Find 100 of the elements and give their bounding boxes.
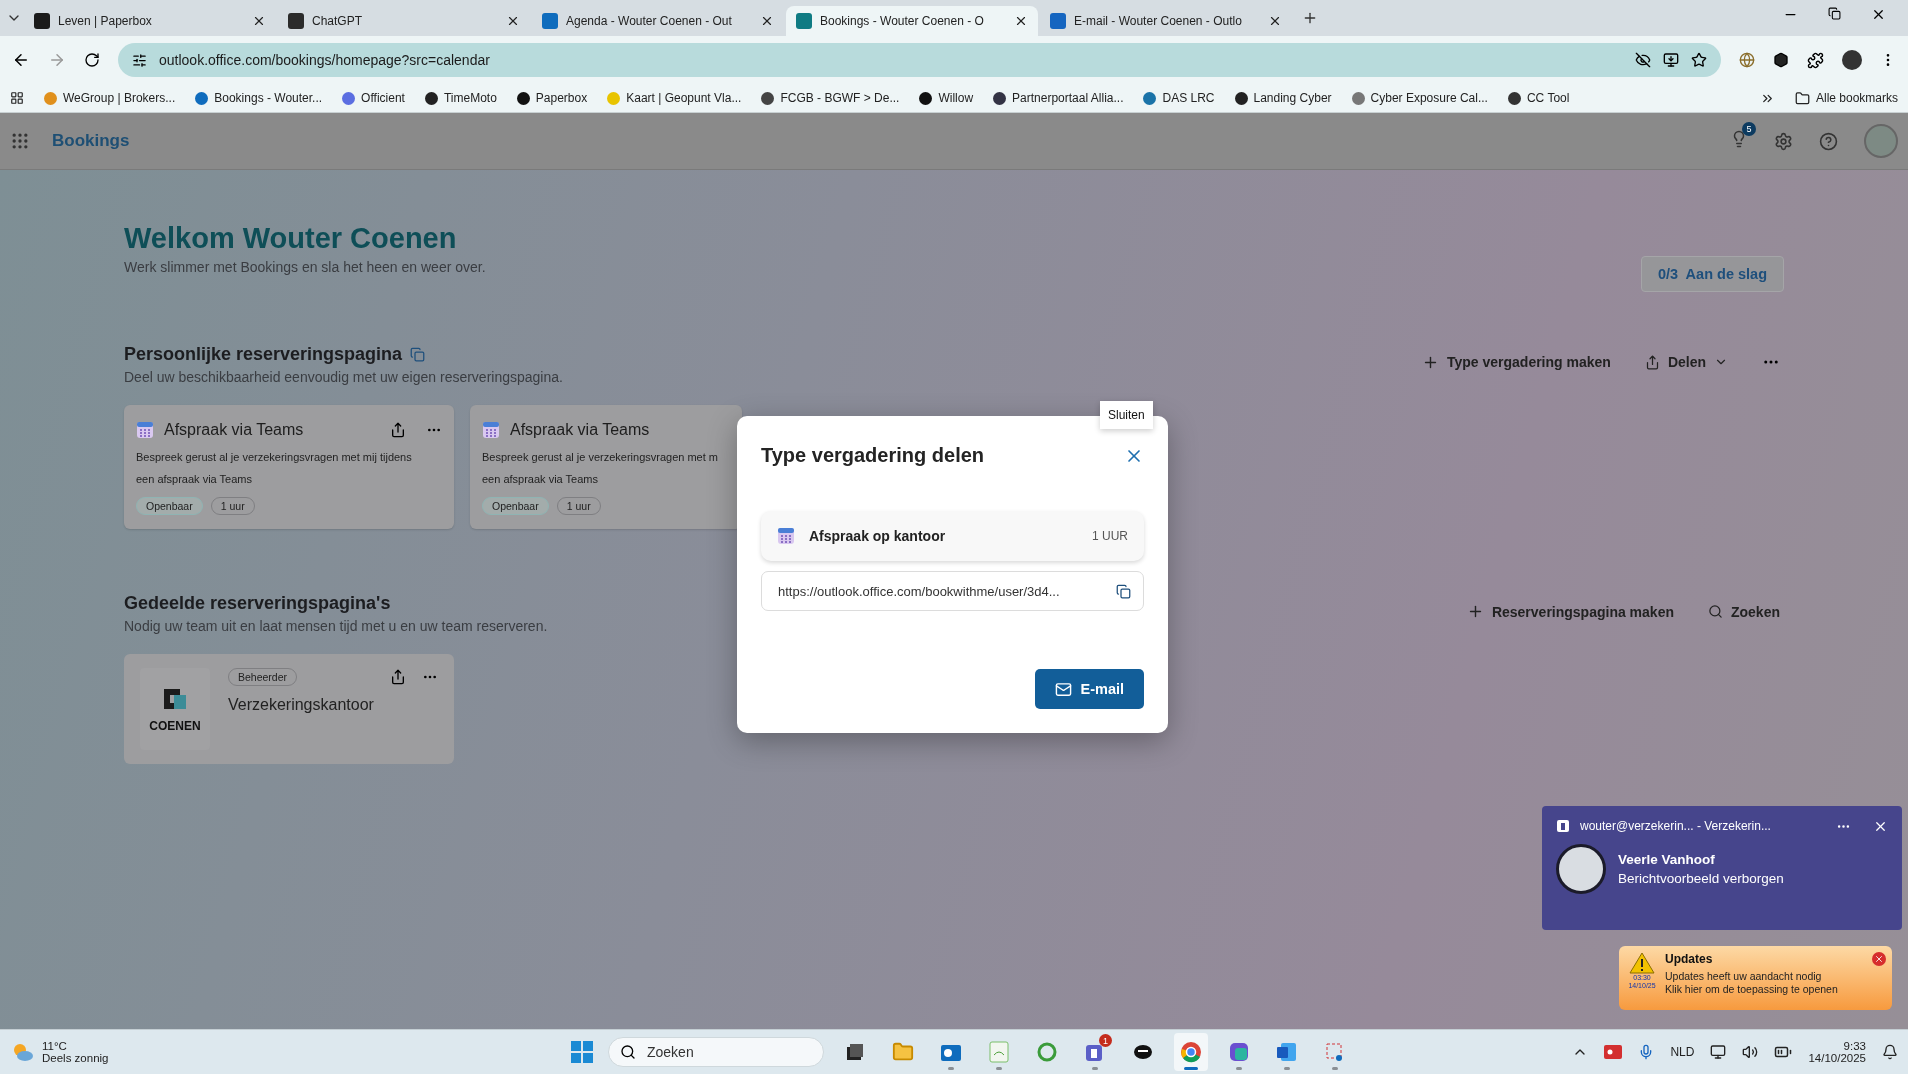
sender-name: Veerle Vanhoof	[1618, 852, 1716, 867]
email-button[interactable]: E-mail	[1035, 669, 1144, 709]
browser-tab[interactable]: ChatGPT	[278, 6, 530, 36]
browser-tab[interactable]: Bookings - Wouter Coenen - O	[786, 6, 1038, 36]
bookmark-link[interactable]: Landing Cyber	[1234, 91, 1332, 105]
search-button[interactable]: Zoeken	[1708, 603, 1780, 620]
share-icon[interactable]	[390, 669, 406, 685]
folder-icon	[892, 1041, 914, 1063]
folder-icon	[1794, 90, 1810, 106]
card-description: Bespreek gerust al je verzekeringsvragen met mij tijdens	[136, 450, 413, 465]
bookmark-link[interactable]: Kaart | Geopunt Vla...	[607, 91, 742, 105]
site-icon	[34, 13, 50, 29]
meeting-type-card[interactable]: Afspraak via Teams Bespreek gerust al je verzekeringsvragen met mij tijdens een afspraak via Teams Openbaar 1 uur	[124, 405, 454, 529]
notepad-icon	[989, 1041, 1009, 1063]
bookmark-link[interactable]: WeGroup | Brokers...	[44, 91, 176, 105]
address-bar[interactable]: outlook.office.com/bookings/homepage?src=calendar	[118, 43, 1721, 77]
company-logo: COENEN	[140, 668, 210, 750]
ring-icon	[1036, 1041, 1058, 1063]
close-icon[interactable]	[1268, 14, 1282, 28]
app-title: Bookings	[52, 131, 130, 151]
new-tab-button[interactable]	[1302, 10, 1318, 26]
help-icon[interactable]	[1819, 131, 1838, 151]
close-button[interactable]	[1872, 952, 1886, 966]
card-tag: Openbaar	[136, 497, 203, 515]
card-tag: Openbaar	[482, 497, 549, 515]
create-booking-page-button[interactable]: Reserveringspagina maken	[1466, 603, 1674, 620]
welcome-subtitle: Werk slimmer met Bookings en sla het heen en weer over.	[124, 259, 486, 275]
browser-tab[interactable]: Agenda - Wouter Coenen - Out	[532, 6, 784, 36]
language-indicator[interactable]: NLD	[1670, 1045, 1695, 1059]
restore-icon[interactable]	[1828, 6, 1841, 20]
bookmark-link[interactable]: Cyber Exposure Cal...	[1351, 91, 1488, 105]
card-title: Afspraak via Teams	[510, 421, 651, 439]
bookmark-link[interactable]: Bookings - Wouter...	[195, 91, 323, 105]
temperature: 11°C	[42, 1040, 68, 1052]
bookmark-link[interactable]: Willow	[919, 91, 974, 105]
section-title: Persoonlijke reserveringspagina	[124, 344, 403, 365]
card-title: Afspraak via Teams	[164, 421, 305, 439]
reload-icon[interactable]	[84, 52, 100, 68]
bookmark-link[interactable]: DAS LRC	[1143, 91, 1215, 105]
card-description: een afspraak via Teams	[136, 472, 253, 487]
settings-icon[interactable]	[1774, 131, 1793, 151]
copy-icon[interactable]	[1116, 583, 1131, 599]
bookmark-link[interactable]: Paperbox	[516, 91, 588, 105]
site-icon	[542, 13, 558, 29]
back-icon[interactable]	[12, 51, 30, 69]
close-icon[interactable]	[1014, 14, 1028, 28]
close-icon[interactable]	[252, 14, 266, 28]
section-subtitle: Deel uw beschikbaarheid eenvoudig met uw eigen reserveringspagina.	[124, 369, 563, 385]
site-icon	[1050, 13, 1066, 29]
message-preview: Berichtvoorbeeld verborgen	[1618, 871, 1784, 886]
site-settings-icon[interactable]	[132, 52, 147, 68]
browser-tab[interactable]: E-mail - Wouter Coenen - Outlo	[1040, 6, 1292, 36]
notification-header: wouter@verzekerin... - Verzekerin...	[1580, 819, 1772, 833]
extension-icon[interactable]	[1773, 52, 1789, 68]
notification-text: Updates heeft uw aandacht nodig	[1665, 970, 1822, 982]
share-dropdown[interactable]: Delen	[1644, 354, 1728, 370]
chat-notification[interactable]: wouter@verzekerin... - Verzekerin... Veerle Vanhoof Berichtvoorbeeld verborgen	[1542, 806, 1902, 930]
volume-icon[interactable]	[1742, 1044, 1759, 1060]
network-icon[interactable]	[1710, 1044, 1727, 1060]
bookmark-star-icon[interactable]	[1691, 52, 1707, 68]
notification-title: Updates	[1665, 952, 1713, 966]
bookmark-link[interactable]: FCGB - BGWF > De...	[761, 91, 900, 105]
search-icon	[620, 1044, 636, 1060]
bookmark-folder[interactable]: Alle bookmarks	[1794, 90, 1898, 106]
share-icon[interactable]	[390, 422, 406, 438]
link-field[interactable]: https://outlook.office.com/bookwithme/user/3d4...	[761, 571, 1144, 611]
notification-count: 1	[1099, 1034, 1112, 1047]
document-app-icon	[1276, 1041, 1298, 1063]
close-icon[interactable]	[760, 14, 774, 28]
bookmark-link[interactable]: Officient	[342, 91, 405, 105]
window-stack-icon	[845, 1042, 865, 1062]
notification-bell-icon[interactable]	[1882, 1044, 1898, 1060]
browser-tab[interactable]: Leven | Paperbox	[24, 6, 276, 36]
apps-icon[interactable]	[10, 91, 24, 105]
welcome-title: Welkom Wouter Coenen	[124, 222, 458, 255]
office-app-icon	[1228, 1041, 1250, 1063]
clock-time[interactable]: 9:33	[1843, 1040, 1866, 1052]
warning-icon	[1629, 952, 1655, 974]
section-subtitle: Nodig uw team uit en laat mensen tijd met u en uw team reserveren.	[124, 618, 548, 634]
close-icon[interactable]	[506, 14, 520, 28]
site-icon	[796, 13, 812, 29]
extensions-icon[interactable]	[1807, 51, 1824, 69]
bookmark-link[interactable]: CC Tool	[1507, 91, 1570, 105]
card-description: een afspraak via Teams	[482, 472, 599, 487]
booking-page-card[interactable]: COENEN Beheerder Verzekeringskantoor	[124, 654, 454, 764]
start-icon[interactable]	[570, 1040, 594, 1064]
calendar-icon	[136, 421, 154, 439]
bookmark-link[interactable]: TimeMoto	[424, 91, 497, 105]
taskbar-app-button[interactable]: 1	[1078, 1033, 1112, 1071]
bookmark-link[interactable]: Partnerportaal Allia...	[993, 91, 1124, 105]
close-icon	[1874, 954, 1884, 964]
install-icon[interactable]	[1663, 52, 1679, 68]
profile-avatar[interactable]	[1842, 50, 1862, 70]
eye-off-icon[interactable]	[1635, 52, 1651, 68]
clock-date[interactable]: 14/10/2025	[1808, 1052, 1866, 1064]
create-meeting-type-button[interactable]: Type vergadering maken	[1421, 353, 1611, 371]
meeting-type-card[interactable]: Afspraak via Teams Bespreek gerust al je verzekeringsvragen met m een afspraak via Teams Openbaar 1 uur	[470, 405, 742, 529]
calendar-icon	[482, 421, 500, 439]
search-field[interactable]: Zoeken	[608, 1037, 824, 1067]
app-launcher-icon[interactable]	[10, 131, 30, 151]
